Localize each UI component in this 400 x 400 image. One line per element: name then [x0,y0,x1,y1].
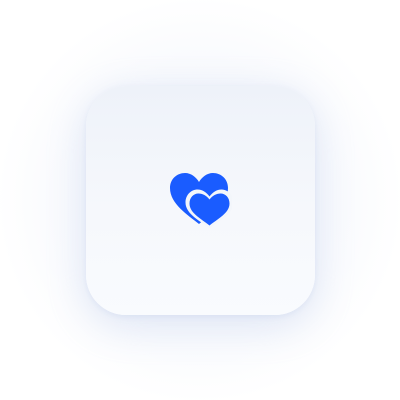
two-hearts-icon [168,172,232,230]
canvas-background [0,0,400,400]
